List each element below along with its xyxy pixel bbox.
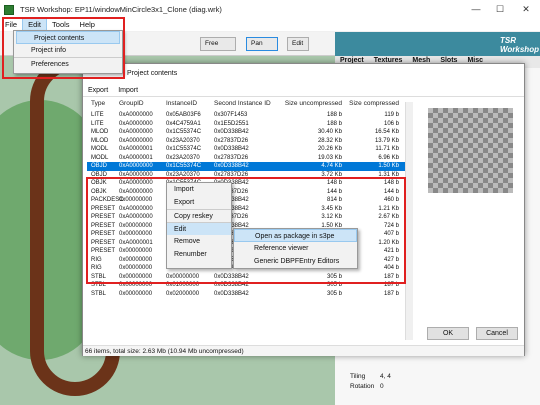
tsr-logo: TSR Workshop (500, 36, 539, 54)
table-cell: 119 b (384, 112, 399, 118)
table-cell: 0x1C55374C (166, 163, 202, 169)
table-row[interactable]: OBJD 0xA0000000 0x1C55374C 0x0D338B42 4.74 K… (87, 162, 405, 171)
table-cell: 6.96 Kb (378, 154, 399, 161)
window-title: TSR Workshop: EP11/windowMinCircle3x1_Cl… (20, 5, 222, 14)
table-cell: MODL (91, 146, 109, 152)
table-cell: MODL (91, 154, 109, 161)
prop-name: Rotation (350, 383, 375, 390)
ok-button[interactable]: OK (427, 327, 469, 340)
table-cell: MLOD (91, 137, 109, 144)
cancel-button[interactable]: Cancel (476, 327, 518, 340)
table-cell: OBJD (91, 163, 108, 169)
col-groupid[interactable]: GroupID (119, 100, 166, 110)
col-second-instance[interactable]: Second Instance ID (214, 100, 276, 110)
col-instanceid[interactable]: InstanceID (166, 100, 214, 110)
table-cell: 0x0D338B42 (214, 129, 249, 135)
table-cell: 13.79 Kb (374, 137, 399, 144)
status-bar: 66 items, total size: 2.63 Mb (10.94 Mb … (83, 345, 524, 356)
prop-name: Tiling (350, 373, 366, 380)
table-cell: 1.50 Kb (378, 163, 399, 169)
table-cell: 0xA0000000 (119, 163, 153, 169)
table-cell: 11.71 Kb (375, 146, 399, 152)
edit-button[interactable]: Edit (287, 37, 309, 51)
table-cell: 0x00000000 (119, 290, 153, 297)
table-cell: LITE (91, 112, 104, 118)
table-cell: 30.40 Kb (317, 129, 342, 135)
maximize-button[interactable]: ☐ (488, 2, 512, 16)
dialog-menu-export[interactable]: Export (83, 85, 113, 96)
pan-dropdown[interactable]: Pan (246, 37, 278, 51)
table-cell: 0x0D338B42 (214, 163, 249, 169)
table-cell: 19.03 Kb (317, 154, 342, 161)
table-cell: 0xA0000001 (119, 154, 153, 161)
table-cell: 0x1C55374C (166, 129, 202, 135)
table-cell: 0x1E5D2551 (214, 120, 249, 127)
table-cell: STBL (91, 290, 107, 297)
table-row[interactable]: MODL 0xA0000001 0x23A20370 0x27837D26 19.03 … (87, 154, 405, 163)
table-cell: 188 b (326, 112, 342, 118)
table-cell: 187 b (383, 290, 399, 297)
table-cell: 106 b (383, 120, 399, 127)
table-cell: 0x27837D26 (214, 154, 249, 161)
table-cell: 0x23A20370 (166, 154, 200, 161)
table-scrollbar[interactable] (405, 102, 413, 340)
table-cell: 0x02000000 (166, 290, 200, 297)
table-cell: 0x307F1453 (214, 112, 248, 118)
table-cell: 0x05AB03F6 (166, 112, 201, 118)
table-cell: 0x0D338B42 (214, 290, 249, 297)
table-header: Type GroupID InstanceID Second Instance … (87, 100, 405, 110)
minimize-button[interactable]: — (464, 2, 488, 16)
table-cell: 0x4C4759A1 (166, 120, 201, 127)
table-row[interactable]: MODL 0xA0000001 0x1C55374C 0x0D338B42 20.26 … (87, 145, 405, 154)
prop-value[interactable]: 0 (380, 382, 384, 392)
table-cell: 0xA0000000 (119, 112, 153, 118)
property-grid: Tiling 4, 4 Rotation 0 (350, 372, 540, 405)
table-cell: 0x23A20370 (166, 137, 200, 144)
table-row[interactable]: STBL 0x00000000 0x02000000 0x0D338B42 305 b 1… (87, 290, 405, 299)
app-icon (4, 4, 14, 15)
dialog-menu: Export Import (83, 85, 524, 97)
prop-value[interactable]: 4, 4 (380, 372, 391, 382)
table-row[interactable]: LITE 0xA0000000 0x05AB03F6 0x307F1453 188 b 1… (87, 111, 405, 120)
texture-preview (428, 108, 513, 193)
table-cell: 0x0D338B42 (214, 146, 249, 152)
dialog-title: Project contents (83, 64, 524, 84)
table-cell: 28.32 Kb (317, 137, 342, 144)
table-cell: 4.74 Kb (321, 163, 342, 169)
col-size-compressed[interactable]: Size compressed (342, 100, 401, 110)
col-type[interactable]: Type (87, 100, 119, 110)
table-cell: MLOD (91, 129, 109, 135)
table-row[interactable]: MLOD 0xA0000000 0x1C55374C 0x0D338B42 30.40 … (87, 128, 405, 137)
highlight-context-menu (86, 177, 406, 284)
view-mode-dropdown[interactable]: Free (200, 37, 236, 51)
table-cell: 305 b (326, 290, 342, 297)
table-cell: 0xA0000001 (119, 146, 153, 152)
table-row[interactable]: MLOD 0xA0000000 0x23A20370 0x27837D26 28.32 … (87, 137, 405, 146)
table-row[interactable]: LITE 0xA0000000 0x4C4759A1 0x1E5D2551 188 b 1… (87, 120, 405, 129)
dialog-menu-import[interactable]: Import (113, 85, 143, 96)
table-cell: 0x1C55374C (166, 146, 202, 152)
table-cell: 0x27837D26 (214, 137, 249, 144)
table-cell: 188 b (326, 120, 342, 127)
table-cell: 0xA0000000 (119, 129, 153, 135)
col-size-uncompressed[interactable]: Size uncompressed (276, 100, 342, 110)
table-cell: 20.26 Kb (317, 146, 342, 152)
table-cell: LITE (91, 120, 104, 127)
highlight-edit-menu (2, 17, 125, 79)
table-cell: 0xA0000000 (119, 137, 153, 144)
close-button[interactable]: ✕ (514, 2, 538, 16)
table-cell: 0xA0000000 (119, 120, 153, 127)
table-cell: 16.54 Kb (374, 129, 399, 135)
